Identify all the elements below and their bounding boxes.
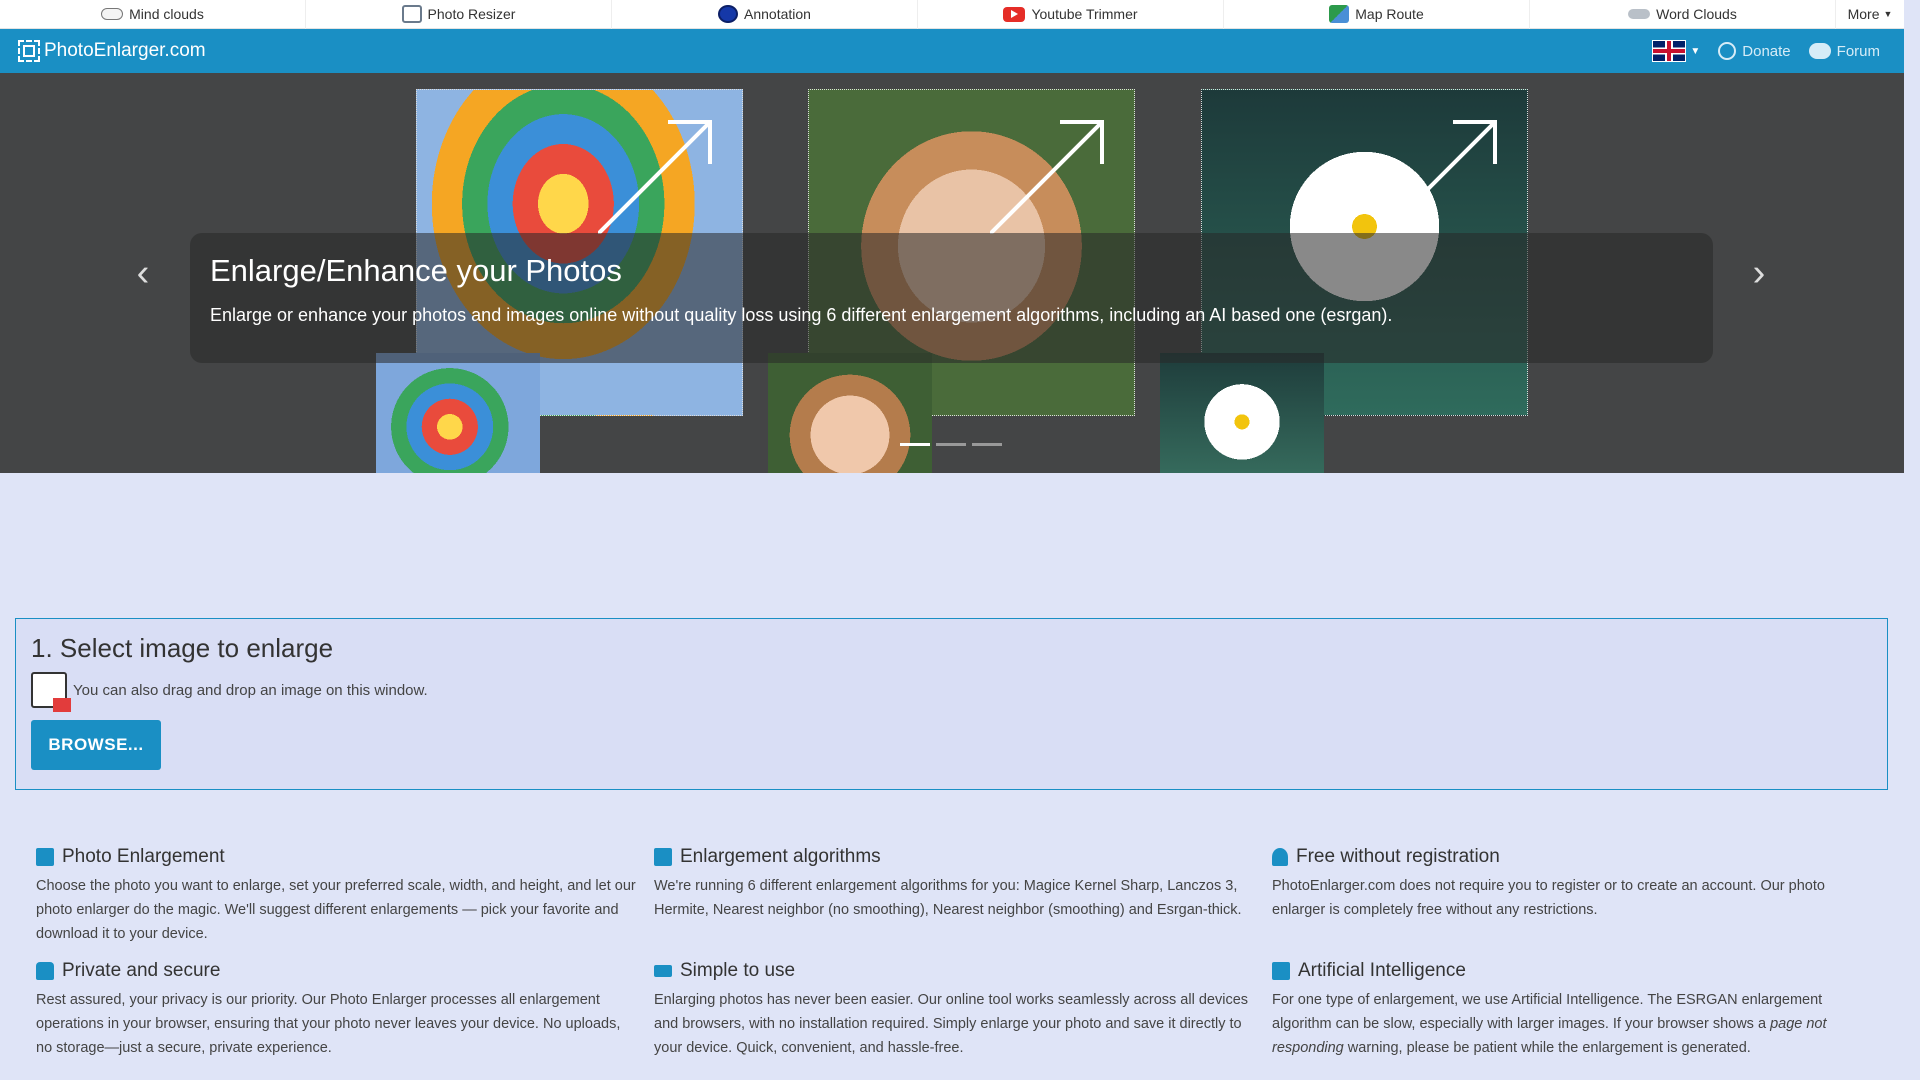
enlarge-arrow-icon	[1383, 120, 1497, 234]
feature-text: Choose the photo you want to enlarge, se…	[36, 878, 636, 942]
feature-text-part: warning, please be patient while the enl…	[1343, 1040, 1751, 1056]
app-label: Annotation	[744, 6, 811, 22]
carousel-indicators	[900, 443, 1002, 446]
feature-artificial-intelligence: Artificial Intelligence For one type of …	[1272, 960, 1876, 1060]
drag-drop-text: You can also drag and drop an image on t…	[73, 681, 428, 699]
feature-text: Rest assured, your privacy is our priori…	[36, 992, 621, 1056]
annotation-icon	[718, 5, 739, 23]
carousel-indicator-1[interactable]	[900, 443, 930, 446]
drag-drop-hint: You can also drag and drop an image on t…	[31, 672, 1872, 712]
enlarge-arrow-icon	[990, 120, 1104, 234]
apps-bar: Mind clouds Photo Resizer Annotation You…	[0, 0, 1904, 29]
feature-private-and-secure: Private and secure Rest assured, your pr…	[36, 960, 654, 1060]
feature-text: PhotoEnlarger.com does not require you t…	[1272, 878, 1825, 918]
map-icon	[1329, 5, 1350, 23]
feature-enlargement-algorithms: Enlargement algorithms We're running 6 d…	[654, 846, 1272, 946]
feature-title: Free without registration	[1296, 846, 1500, 867]
carousel-indicator-2[interactable]	[936, 443, 966, 446]
forum-link[interactable]: Forum	[1808, 42, 1880, 60]
feature-text-part: For one type of enlargement, we use Arti…	[1272, 992, 1823, 1032]
site-name: PhotoEnlarger.com	[44, 40, 206, 61]
enlarge-logo-icon	[18, 40, 40, 62]
select-heading: 1. Select image to enlarge	[31, 633, 334, 663]
carousel-prev-button[interactable]: ‹	[128, 253, 158, 293]
language-selector[interactable]: ▼	[1652, 40, 1700, 62]
dollar-coin-icon	[1718, 42, 1737, 60]
caret-down-icon: ▼	[1690, 45, 1701, 57]
carousel-caption: Enlarge/Enhance your Photos Enlarge or e…	[190, 233, 1713, 363]
photo-resizer-icon	[401, 5, 422, 23]
app-label: Youtube Trimmer	[1031, 6, 1138, 22]
app-link-youtube-trimmer[interactable]: Youtube Trimmer	[918, 0, 1224, 29]
portrait-original-image	[768, 353, 932, 473]
carousel-title: Enlarge/Enhance your Photos	[210, 253, 622, 288]
app-label: Photo Resizer	[427, 6, 516, 22]
app-link-word-clouds[interactable]: Word Clouds	[1530, 0, 1836, 29]
site-header: PhotoEnlarger.com ▼ Donate Forum	[0, 29, 1904, 73]
feature-free-without-registration: Free without registration PhotoEnlarger.…	[1272, 846, 1876, 946]
feature-text: Enlarging photos has never been easier. …	[654, 992, 1249, 1056]
feature-photo-enlargement: Photo Enlargement Choose the photo you w…	[36, 846, 654, 946]
more-label: More	[1847, 6, 1880, 22]
app-label: Mind clouds	[129, 6, 204, 22]
features-grid: Photo Enlargement Choose the photo you w…	[36, 846, 1876, 1060]
app-label: Word Clouds	[1656, 6, 1737, 22]
enlarge-arrow-icon	[598, 120, 712, 234]
select-image-section: 1. Select image to enlarge You can also …	[15, 618, 1888, 790]
forum-label: Forum	[1836, 42, 1880, 60]
balloon-original-image	[376, 353, 540, 473]
cloud-icon	[1628, 9, 1651, 19]
donate-link[interactable]: Donate	[1718, 42, 1791, 60]
feature-text: For one type of enlargement, we use Arti…	[1272, 988, 1876, 1060]
mind-clouds-icon	[101, 8, 124, 20]
feature-text: We're running 6 different enlargement al…	[654, 878, 1242, 918]
app-link-annotation[interactable]: Annotation	[612, 0, 918, 29]
more-dropdown[interactable]: More ▼	[1836, 0, 1904, 29]
image-icon	[36, 848, 54, 866]
feature-title: Enlargement algorithms	[680, 846, 881, 867]
app-link-mind-clouds[interactable]: Mind clouds	[0, 0, 306, 29]
feature-title: Photo Enlargement	[62, 846, 225, 867]
drag-drop-icon	[31, 672, 71, 712]
app-label: Map Route	[1355, 6, 1424, 22]
chat-bubble-icon	[1808, 43, 1831, 59]
app-link-map-route[interactable]: Map Route	[1224, 0, 1530, 29]
algorithm-icon	[654, 848, 672, 866]
carousel-indicator-3[interactable]	[972, 443, 1002, 446]
feature-title: Simple to use	[680, 960, 796, 981]
feature-title: Private and secure	[62, 960, 221, 981]
app-link-photo-resizer[interactable]: Photo Resizer	[306, 0, 612, 29]
donate-label: Donate	[1742, 42, 1791, 60]
hero-carousel: Enlarge/Enhance your Photos Enlarge or e…	[0, 73, 1904, 473]
lock-icon	[36, 962, 54, 980]
carousel-next-button[interactable]: ›	[1744, 253, 1774, 293]
daisy-original-image	[1160, 353, 1324, 473]
uk-flag-icon	[1652, 40, 1687, 62]
browse-button[interactable]: BROWSE...	[31, 720, 161, 770]
feature-title: Artificial Intelligence	[1298, 960, 1466, 981]
site-logo[interactable]: PhotoEnlarger.com	[18, 40, 206, 62]
carousel-subtitle: Enlarge or enhance your photos and image…	[210, 305, 1393, 325]
caret-down-icon: ▼	[1883, 9, 1893, 19]
server-icon	[1272, 962, 1290, 980]
user-icon	[1272, 848, 1288, 866]
flag-icon	[654, 965, 672, 977]
feature-simple-to-use: Simple to use Enlarging photos has never…	[654, 960, 1272, 1060]
youtube-icon	[1003, 6, 1026, 22]
header-actions: ▼ Donate Forum	[1652, 40, 1880, 62]
